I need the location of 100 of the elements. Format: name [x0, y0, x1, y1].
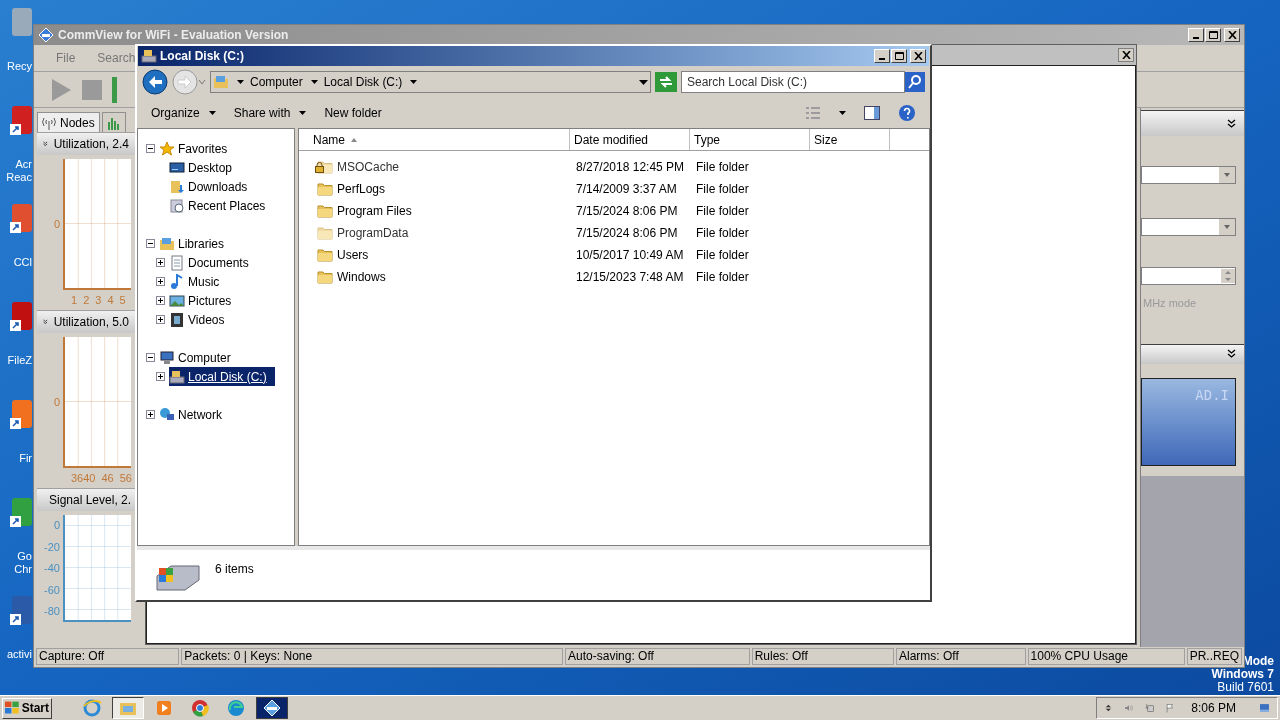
caret-icon: [1219, 219, 1235, 235]
collapse-chevron-icon[interactable]: [1227, 349, 1236, 359]
shortcut-icon[interactable]: [10, 496, 32, 530]
expand-icon[interactable]: [156, 372, 165, 381]
table-cell-text: 10/5/2017 10:49 AM: [575, 247, 685, 264]
dropdown[interactable]: [1141, 166, 1236, 184]
minimize-button[interactable]: [1188, 28, 1204, 42]
breadcrumb[interactable]: Computer: [237, 73, 303, 91]
axis-label: 5: [119, 292, 126, 308]
collapse-chevron-icon[interactable]: [1227, 118, 1236, 129]
table-cell-text: 7/15/2024 8:06 PM: [575, 203, 679, 220]
collapse-chevron-icon[interactable]: [43, 139, 48, 149]
icon-label: activi: [6, 648, 32, 661]
nav-item[interactable]: Recent Places: [169, 196, 274, 215]
expand-icon[interactable]: [146, 410, 155, 419]
nav-item[interactable]: Favorites: [159, 139, 236, 158]
panel-header[interactable]: Signal Level, 2.: [37, 489, 135, 511]
address-bar[interactable]: Computer Local Disk (C:): [210, 71, 651, 93]
close-button[interactable]: [1118, 48, 1134, 62]
downloads-icon: [169, 178, 185, 195]
collapse-icon[interactable]: [146, 239, 155, 248]
search-icon[interactable]: [905, 72, 925, 92]
toolbar-button[interactable]: Share with: [233, 104, 307, 122]
caret-icon[interactable]: [839, 111, 846, 115]
bar-chart-icon: [106, 115, 121, 130]
desktop-icon: [169, 159, 185, 176]
panel-header[interactable]: Utilization, 2.4: [37, 133, 135, 155]
number-field[interactable]: [1141, 267, 1236, 285]
file-name: Windows: [337, 269, 386, 286]
nav-item[interactable]: Libraries: [159, 234, 233, 253]
search-field[interactable]: Search Local Disk (C:): [681, 71, 905, 93]
panel-header[interactable]: Utilization, 5.0: [37, 311, 135, 333]
status-field: 100% CPU Usage: [1027, 647, 1185, 665]
file-row[interactable]: MSOCache 8/27/2018 12:45 PM File folder: [299, 156, 929, 178]
file-row[interactable]: ProgramData 7/15/2024 8:06 PM File folder: [299, 222, 929, 244]
shortcut-icon[interactable]: [10, 104, 32, 138]
help-icon[interactable]: [898, 104, 916, 122]
library-icon: [159, 235, 175, 252]
file-row[interactable]: Users 10/5/2017 10:49 AM File folder: [299, 244, 929, 266]
table-cell-text: File folder: [695, 159, 750, 176]
nav-item[interactable]: Pictures: [169, 291, 240, 310]
minimize-button[interactable]: [874, 49, 890, 63]
table-cell-text: 12/15/2023 7:48 AM: [575, 269, 685, 286]
collapse-chevron-icon[interactable]: [43, 317, 48, 327]
expand-icon[interactable]: [156, 258, 165, 267]
start-button[interactable]: Start: [2, 697, 52, 719]
shortcut-icon[interactable]: [10, 300, 32, 334]
toolbar-button[interactable]: Organize: [151, 104, 216, 122]
tab[interactable]: Nodes: [37, 112, 100, 132]
collapse-icon[interactable]: [146, 353, 155, 362]
column-header[interactable]: Date modified: [570, 129, 690, 150]
app-icon: [38, 27, 54, 43]
folder-icon: [317, 248, 333, 262]
nav-item[interactable]: Local Disk (C:): [169, 367, 275, 386]
back-icon[interactable]: [142, 69, 168, 95]
expand-icon[interactable]: [156, 315, 165, 324]
collapse-icon[interactable]: [146, 144, 155, 153]
folder-icon: [317, 204, 333, 218]
axis-label: 4: [107, 292, 114, 308]
nav-item[interactable]: Network: [159, 405, 230, 424]
axis-label: 0: [53, 518, 60, 534]
shortcut-icon[interactable]: [10, 594, 32, 628]
table-cell-text: 7/14/2009 3:37 AM: [575, 181, 678, 198]
nav-item[interactable]: Music: [169, 272, 228, 291]
caret-icon: [410, 80, 418, 84]
refresh-icon[interactable]: [655, 72, 677, 92]
caret-icon[interactable]: [639, 79, 648, 85]
nav-item[interactable]: Downloads: [169, 177, 256, 196]
panel-title: Signal Level, 2.: [49, 492, 132, 509]
column-header[interactable]: Name: [299, 129, 570, 150]
nav-item[interactable]: Videos: [169, 310, 233, 329]
ie-icon: [82, 698, 102, 718]
icon-label: Acr: [15, 158, 32, 171]
taskbar-button[interactable]: [256, 697, 288, 719]
library-icon: [213, 74, 229, 90]
expand-icon[interactable]: [156, 277, 165, 286]
column-header[interactable]: Type: [690, 129, 810, 150]
nav-item[interactable]: Documents: [169, 253, 257, 272]
shortcut-icon[interactable]: [10, 202, 32, 236]
file-row[interactable]: PerfLogs 7/14/2009 3:37 AM File folder: [299, 178, 929, 200]
toolbar-button[interactable]: New folder: [324, 104, 382, 122]
column-header[interactable]: Size: [810, 129, 890, 150]
show-desktop-icon[interactable]: [1260, 701, 1269, 715]
dropdown[interactable]: [1141, 218, 1236, 236]
nav-item[interactable]: Desktop: [169, 158, 241, 177]
breadcrumb[interactable]: Local Disk (C:): [310, 73, 403, 91]
videos-icon: [169, 311, 185, 328]
nav-item[interactable]: Computer: [159, 348, 239, 367]
expand-icon[interactable]: [156, 296, 165, 305]
file-row[interactable]: Program Files 7/15/2024 8:06 PM File folder: [299, 200, 929, 222]
shortcut-icon[interactable]: [10, 398, 32, 432]
option-label: MHz mode: [1142, 296, 1198, 311]
preview-pane-icon[interactable]: [864, 106, 880, 120]
maximize-button[interactable]: [1205, 28, 1221, 42]
status-field: Packets: 0 | Keys: None: [181, 647, 564, 665]
maximize-button[interactable]: [891, 49, 907, 63]
taskbar-button[interactable]: [112, 697, 144, 719]
file-row[interactable]: Windows 12/15/2023 7:48 AM File folder: [299, 266, 929, 288]
icon-label: Recy: [6, 60, 32, 73]
display-text: AD.I: [1195, 385, 1229, 405]
